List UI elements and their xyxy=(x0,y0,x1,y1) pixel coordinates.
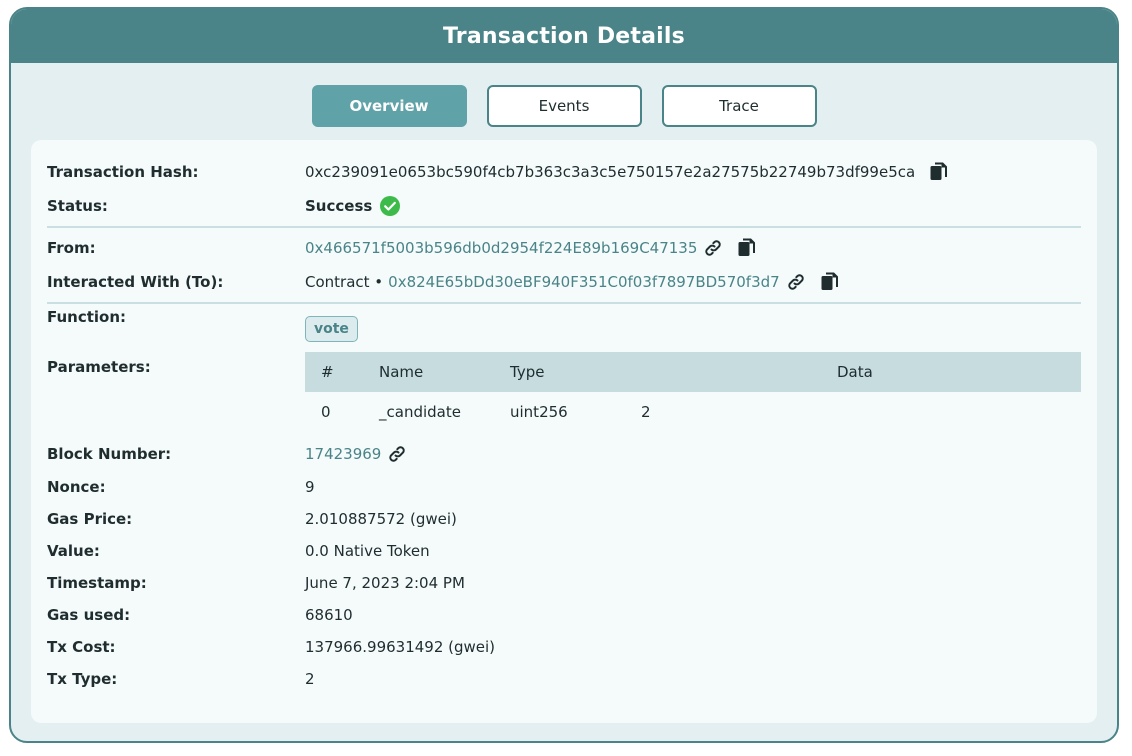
column-header-type: Type xyxy=(510,363,545,381)
value-label: Value: xyxy=(47,542,100,560)
page-title: Transaction Details xyxy=(443,23,685,49)
tab-bar: Overview Events Trace xyxy=(11,85,1117,127)
column-header-name: Name xyxy=(379,363,424,381)
block-value-group: 17423969 xyxy=(305,444,407,464)
function-badge: vote xyxy=(305,316,358,342)
table-row: 0 _candidate uint256 2 xyxy=(305,392,1081,432)
gas-used-label: Gas used: xyxy=(47,606,131,624)
divider xyxy=(47,226,1081,228)
tab-trace[interactable]: Trace xyxy=(661,85,817,127)
hash-value-group: 0xc239091e0653bc590f4cb7b363c3a3c5e75015… xyxy=(305,162,949,182)
to-value-group: Contract • 0x824E65bDd30eBF940F351C0f03f… xyxy=(305,272,840,292)
block-label: Block Number: xyxy=(47,445,172,463)
from-address-link[interactable]: 0x466571f5003b596db0d2954f224E89b169C471… xyxy=(305,239,697,257)
column-header-data: Data xyxy=(837,363,873,381)
timestamp-value: June 7, 2023 2:04 PM xyxy=(305,574,465,592)
to-address-link[interactable]: 0x824E65bDd30eBF940F351C0f03f7897BD570f3… xyxy=(388,273,780,291)
divider xyxy=(47,302,1081,304)
from-row: From: 0x466571f5003b596db0d2954f224E89b1… xyxy=(47,236,1081,260)
copy-icon[interactable] xyxy=(820,272,840,292)
link-icon[interactable] xyxy=(703,238,723,258)
value-row: Value: 0.0 Native Token xyxy=(47,539,1081,563)
copy-icon[interactable] xyxy=(737,238,757,258)
transaction-details-panel: Transaction Details Overview Events Trac… xyxy=(9,7,1119,743)
tx-type-value: 2 xyxy=(305,670,315,688)
value-value: 0.0 Native Token xyxy=(305,542,430,560)
gas-price-label: Gas Price: xyxy=(47,510,133,528)
function-value-group: vote xyxy=(305,316,358,342)
param-type: uint256 xyxy=(510,403,568,421)
gas-used-row: Gas used: 68610 xyxy=(47,603,1081,627)
nonce-row: Nonce: 9 xyxy=(47,475,1081,499)
from-label: From: xyxy=(47,239,96,257)
nonce-label: Nonce: xyxy=(47,478,106,496)
param-data: 2 xyxy=(641,403,651,421)
nonce-value: 9 xyxy=(305,478,315,496)
status-label: Status: xyxy=(47,197,108,215)
parameters-table-header: # Name Type Data xyxy=(305,352,1081,392)
tx-type-row: Tx Type: 2 xyxy=(47,667,1081,691)
parameters-label: Parameters: xyxy=(47,358,151,376)
block-number-link[interactable]: 17423969 xyxy=(305,445,381,463)
to-prefix: Contract • xyxy=(305,273,384,291)
tab-overview[interactable]: Overview xyxy=(311,85,467,127)
tx-cost-value: 137966.99631492 (gwei) xyxy=(305,638,496,656)
block-row: Block Number: 17423969 xyxy=(47,442,1081,466)
tx-cost-row: Tx Cost: 137966.99631492 (gwei) xyxy=(47,635,1081,659)
timestamp-row: Timestamp: June 7, 2023 2:04 PM xyxy=(47,571,1081,595)
panel-header: Transaction Details xyxy=(11,9,1117,63)
function-row: Function: vote xyxy=(47,308,1081,344)
copy-icon[interactable] xyxy=(929,162,949,182)
link-icon[interactable] xyxy=(786,272,806,292)
check-circle-icon xyxy=(380,196,401,216)
tx-type-label: Tx Type: xyxy=(47,670,118,688)
timestamp-label: Timestamp: xyxy=(47,574,147,592)
hash-value: 0xc239091e0653bc590f4cb7b363c3a3c5e75015… xyxy=(305,163,916,181)
hash-label: Transaction Hash: xyxy=(47,163,199,181)
hash-row: Transaction Hash: 0xc239091e0653bc590f4c… xyxy=(47,160,1081,184)
gas-price-value: 2.010887572 (gwei) xyxy=(305,510,457,528)
to-row: Interacted With (To): Contract • 0x824E6… xyxy=(47,270,1081,294)
gas-price-row: Gas Price: 2.010887572 (gwei) xyxy=(47,507,1081,531)
status-row: Status: Success xyxy=(47,194,1081,218)
status-value: Success xyxy=(305,197,373,215)
tab-events[interactable]: Events xyxy=(486,85,642,127)
parameters-table: # Name Type Data 0 _candidate uint256 2 xyxy=(305,352,1081,432)
from-value-group: 0x466571f5003b596db0d2954f224E89b169C471… xyxy=(305,238,757,258)
column-header-index: # xyxy=(321,363,334,381)
gas-used-value: 68610 xyxy=(305,606,353,624)
to-label: Interacted With (To): xyxy=(47,273,224,291)
details-card: Transaction Hash: 0xc239091e0653bc590f4c… xyxy=(31,140,1097,723)
param-index: 0 xyxy=(321,403,331,421)
link-icon[interactable] xyxy=(387,444,407,464)
status-value-group: Success xyxy=(305,196,401,216)
param-name: _candidate xyxy=(379,403,461,421)
tx-cost-label: Tx Cost: xyxy=(47,638,116,656)
function-label: Function: xyxy=(47,308,127,326)
